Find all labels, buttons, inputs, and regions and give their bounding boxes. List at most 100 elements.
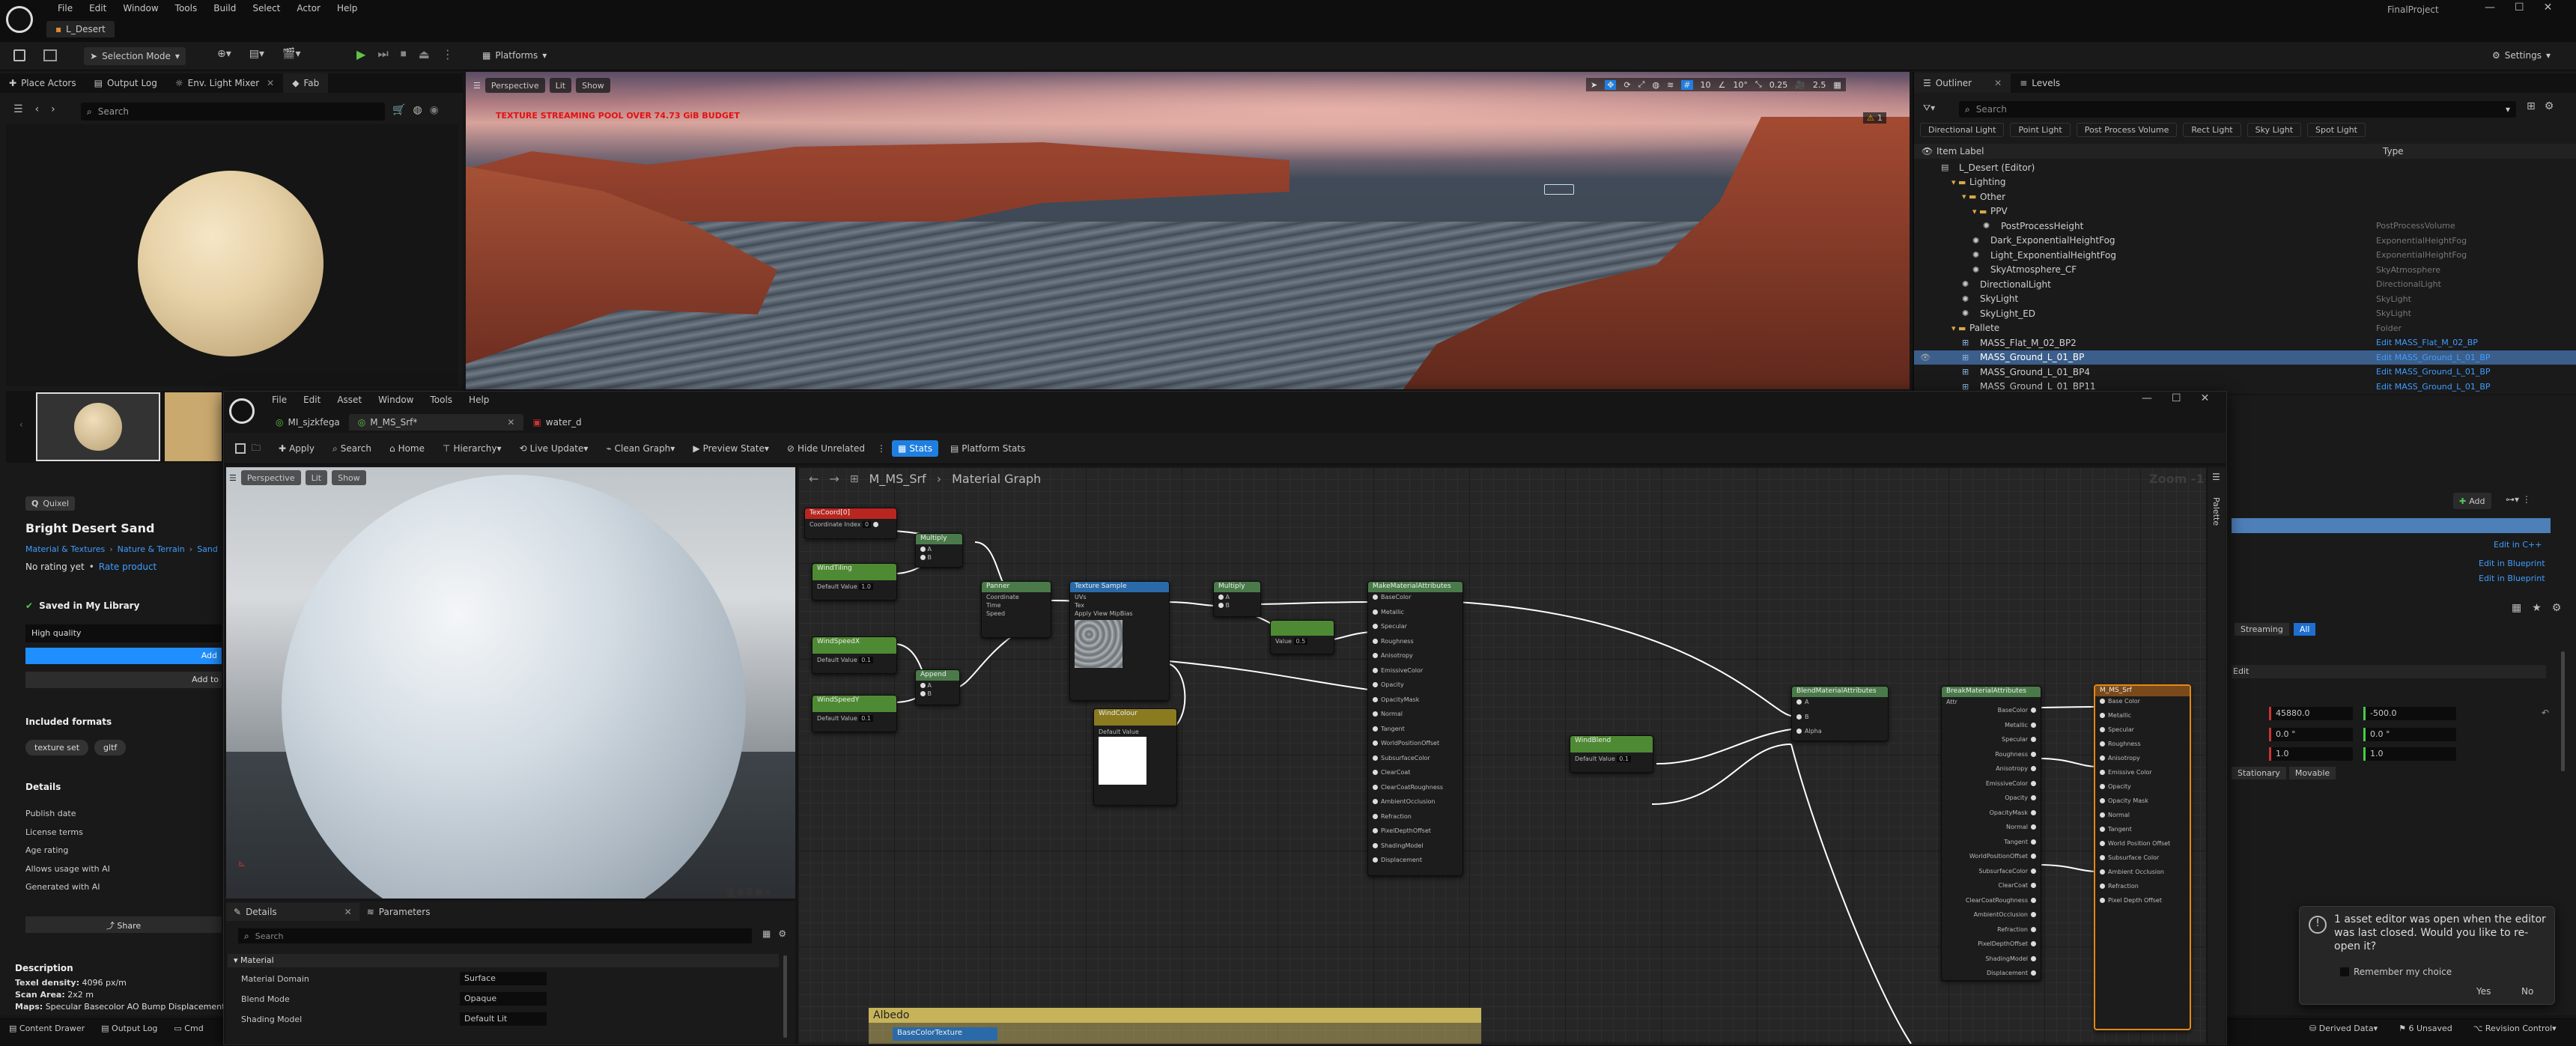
outliner-item-type[interactable]: Edit MASS_Ground_L_01_BP	[2376, 353, 2491, 362]
blend-material-attributes-node[interactable]: BlendMaterialAttributes A B Alpha	[1791, 686, 1889, 741]
pin-dot[interactable]	[2031, 839, 2036, 845]
scale-y-field[interactable]: 1.0	[2363, 747, 2456, 761]
node-pin[interactable]: A	[1796, 699, 1883, 714]
checkbox[interactable]	[2340, 967, 2349, 976]
filter-point-light[interactable]: Point Light	[2010, 123, 2071, 137]
add-folder-icon[interactable]: ⊞	[2527, 100, 2536, 112]
tab-env-light-mixer[interactable]: ☼ Env. Light Mixer ✕	[166, 73, 283, 93]
pin-dot[interactable]	[1373, 784, 1378, 790]
derived-data-button[interactable]: ⛁ Derived Data▾	[2309, 1024, 2378, 1033]
hide-unrelated-button[interactable]: ⊘ Hide Unrelated	[781, 440, 871, 457]
revision-control-button[interactable]: ⌥ Revision Control▾	[2473, 1024, 2557, 1033]
pin-dot[interactable]	[2031, 912, 2036, 917]
close-icon[interactable]: ✕	[2201, 392, 2210, 404]
preview-show-button[interactable]: Show	[332, 470, 366, 485]
selection-mode-dropdown[interactable]: ➤ Selection Mode ▾	[84, 47, 186, 65]
minimize-icon[interactable]: —	[2142, 392, 2152, 404]
pin-dot[interactable]	[2100, 827, 2105, 832]
world-icon[interactable]: ◍	[1652, 80, 1659, 90]
output-pin[interactable]	[872, 522, 878, 527]
add-component-button[interactable]: ✚ Add	[2453, 493, 2491, 509]
menu-actor[interactable]: Actor	[288, 3, 329, 13]
close-icon[interactable]: ✕	[344, 907, 352, 917]
location-x-field[interactable]: 45880.0	[2269, 707, 2353, 720]
node-pin[interactable]: Base Color	[2100, 698, 2185, 712]
preview-lit-button[interactable]: Lit	[305, 470, 328, 485]
node-pin[interactable]: Opacity	[1946, 794, 2036, 809]
pin-dot[interactable]	[2031, 941, 2036, 946]
node-pin[interactable]: AmbientOcclusion	[1373, 798, 1458, 813]
visibility-eye-icon[interactable]: 👁	[1920, 353, 1931, 362]
pin-dot[interactable]	[1796, 699, 1802, 705]
add-button[interactable]: Add	[25, 648, 222, 664]
node-pin[interactable]: Anisotropy	[2100, 755, 2185, 769]
outliner-row[interactable]: ▾ ▬ Pallete Folder	[1914, 321, 2576, 336]
pin-dot[interactable]	[2100, 898, 2105, 903]
gear-icon[interactable]: ⚙	[2552, 602, 2562, 614]
mat-menu-help[interactable]: Help	[461, 395, 497, 405]
gear-icon[interactable]: ⚙	[2545, 100, 2554, 112]
reset-icon[interactable]: ↶	[2542, 708, 2549, 718]
profile-icon[interactable]: ◉	[430, 104, 439, 116]
menu-select[interactable]: Select	[244, 3, 288, 13]
pin-dot[interactable]	[1373, 813, 1378, 819]
node-pin[interactable]: Refraction	[2100, 883, 2185, 897]
pin-dot[interactable]	[2031, 780, 2036, 786]
minimize-icon[interactable]: —	[2485, 1, 2495, 13]
pin-dot[interactable]	[2100, 699, 2105, 704]
wind-tiling-node[interactable]: WindTiling Default Value 1.0	[812, 563, 897, 600]
select-icon[interactable]: ➤	[1591, 80, 1597, 90]
node-pin[interactable]: SubsurfaceColor	[1373, 755, 1458, 770]
col-type[interactable]: Type	[2383, 146, 2404, 156]
node-pin[interactable]: Metallic	[1373, 609, 1458, 624]
node-pin[interactable]: Tangent	[1373, 726, 1458, 741]
node-pin[interactable]: Specular	[2100, 726, 2185, 741]
hamburger-icon[interactable]: ☰	[13, 103, 23, 115]
close-icon[interactable]: ✕	[267, 78, 274, 88]
append-node[interactable]: Append A B	[915, 669, 960, 705]
show-button[interactable]: Show	[576, 78, 610, 93]
outliner-row[interactable]: ✺ SkyAtmosphere_CF SkyAtmosphere	[1914, 263, 2576, 278]
node-pin[interactable]: Tangent	[2100, 826, 2185, 840]
node-pin[interactable]: ClearCoat	[1373, 769, 1458, 784]
outliner-row[interactable]: ✺ SkyLight_ED SkyLight	[1914, 306, 2576, 321]
mat-menu-window[interactable]: Window	[370, 395, 422, 405]
pin-dot[interactable]	[2031, 868, 2036, 874]
pin-dot[interactable]	[1373, 696, 1378, 702]
mat-browse-icon[interactable]: 🗀	[252, 441, 261, 457]
pin-dot[interactable]	[1373, 755, 1378, 761]
quality-select[interactable]: High quality	[25, 624, 222, 642]
unsaved-button[interactable]: ⚑ 6 Unsaved	[2399, 1024, 2452, 1033]
outliner-item-type[interactable]: Edit MASS_Flat_M_02_BP	[2376, 338, 2478, 347]
outliner-row[interactable]: ⊞ MASS_Flat_M_02_BP2 Edit MASS_Flat_M_02_B…	[1914, 335, 2576, 350]
pin-dot[interactable]	[1373, 638, 1378, 644]
filter-directional-light[interactable]: Directional Light	[1920, 123, 2005, 137]
unreal-logo[interactable]	[6, 6, 33, 33]
node-pin[interactable]: Anisotropy	[1946, 765, 2036, 780]
blueprint-options-icon[interactable]: ⊶▾ ⋮	[2506, 494, 2531, 505]
pin-dot[interactable]	[1373, 726, 1378, 732]
hierarchy-button[interactable]: ⊤ Hierarchy ▾	[437, 440, 508, 457]
make-material-attributes-node[interactable]: MakeMaterialAttributes BaseColor Metallic…	[1367, 581, 1463, 876]
multiply-node-2[interactable]: Multiply A B	[1213, 581, 1261, 617]
tab-water-d[interactable]: ▣ water_d	[523, 414, 590, 431]
node-pin[interactable]: OpacityMask	[1373, 696, 1458, 711]
close-icon[interactable]: ✕	[1994, 78, 2002, 88]
pin-dot[interactable]	[1796, 729, 1802, 734]
material-output-node[interactable]: M_MS_Srf Base Color Metallic Specular Rough…	[2094, 684, 2191, 1030]
tab-mi-sjzkfega[interactable]: ◎ MI_sjzkfega	[267, 414, 349, 431]
node-pin[interactable]: ShadingModel	[1373, 842, 1458, 857]
node-pin[interactable]: OpacityMask	[1946, 809, 2036, 824]
fab-search-box[interactable]: ⌕ Search	[81, 103, 385, 121]
settings-button[interactable]: ⚙ Settings ▾	[2486, 47, 2557, 64]
component-selected-row[interactable]	[2232, 518, 2551, 533]
pin-dot[interactable]	[1373, 799, 1378, 804]
grid-icon[interactable]: ▦	[762, 928, 771, 939]
pin-dot[interactable]	[1373, 682, 1378, 687]
scale-x-field[interactable]: 1.0	[2269, 747, 2353, 761]
node-pin[interactable]: ClearCoatRoughness	[1373, 784, 1458, 799]
pin-dot[interactable]	[2031, 737, 2036, 742]
tab-output-log[interactable]: ▤ Output Log	[85, 73, 166, 93]
node-pin[interactable]: SubsurfaceColor	[1946, 868, 2036, 883]
node-pin[interactable]: PixelDepthOffset	[1946, 940, 2036, 955]
